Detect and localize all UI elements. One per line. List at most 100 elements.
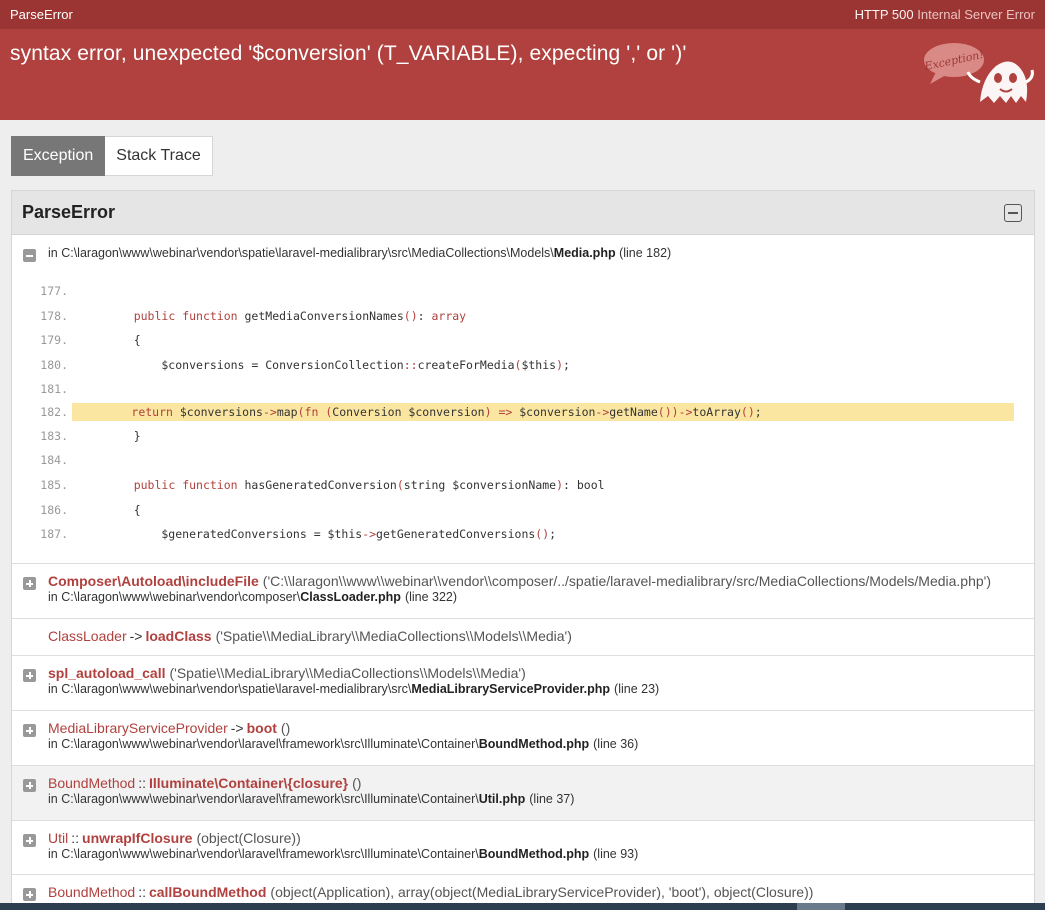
http-text: Internal Server Error: [917, 7, 1035, 22]
http-code: HTTP 500: [854, 7, 914, 22]
trace-frame[interactable]: Util:: unwrapIfClosure (object(Closure)) in…: [12, 821, 1034, 875]
expand-frame-icon[interactable]: [23, 577, 36, 590]
line-number: 185.: [40, 478, 68, 492]
frame-location: in C:\laragon\www\webinar\vendor\spatie\…: [48, 682, 1024, 696]
code-text: {: [106, 333, 141, 347]
frame-function: Illuminate\Container\{closure}: [148, 775, 349, 791]
error-class: ParseError: [10, 7, 73, 22]
expand-frame-icon[interactable]: [23, 834, 36, 847]
code-text: public function getMediaConversionNames(…: [133, 309, 467, 323]
code-text: {: [106, 503, 141, 517]
line-number: 183.: [40, 429, 68, 443]
error-message: syntax error, unexpected '$conversion' (…: [10, 42, 687, 65]
exception-panel: ParseError in C:\laragon\www\webinar\ven…: [11, 190, 1035, 910]
code-line: 183. }: [12, 427, 1014, 445]
code-line: 187. $generatedConversions = $this->getG…: [12, 525, 1014, 543]
trace-frame[interactable]: ClassLoader -> loadClass ('Spatie\\MediaLib…: [12, 619, 1034, 656]
code-snippet: 177. 178. public function getMediaConvers…: [12, 282, 1014, 546]
frame-class: ClassLoader: [48, 628, 127, 644]
frame-call: BoundMethod:: Illuminate\Container\{closu…: [48, 766, 1024, 791]
header-bar: ParseError HTTP 500 Internal Server Erro…: [0, 0, 1045, 29]
expand-frame-icon[interactable]: [23, 724, 36, 737]
code-line: 184.: [12, 451, 1014, 469]
frame-path: in C:\laragon\www\webinar\vendor\laravel…: [48, 847, 479, 861]
frame-args: ('Spatie\\MediaLibrary\\MediaCollections…: [215, 628, 572, 644]
frame-file: Util.php: [478, 792, 526, 806]
panel-header: ParseError: [12, 191, 1034, 235]
line-number: 187.: [40, 527, 68, 541]
tab-stack-trace[interactable]: Stack Trace: [105, 136, 213, 176]
frame-line: (line 37): [529, 792, 575, 806]
frame-args: (object(Closure)): [196, 830, 301, 846]
code-line: 178. public function getMediaConversionN…: [12, 307, 1014, 325]
scrollbar-thumb[interactable]: [797, 903, 845, 910]
frame-location: in C:\laragon\www\webinar\vendor\spatie\…: [48, 236, 1024, 260]
frame-separator: ->: [230, 720, 244, 736]
frame-args: ('Spatie\\MediaLibrary\\MediaCollections…: [169, 665, 526, 681]
frame-call: Composer\Autoload\includeFile ('C:\\larag…: [48, 564, 1024, 589]
frame-class: BoundMethod: [48, 884, 136, 900]
http-status: HTTP 500 Internal Server Error: [855, 7, 1035, 22]
trace-frame[interactable]: MediaLibraryServiceProvider -> boot() in C:…: [12, 711, 1034, 766]
code-text: }: [106, 429, 141, 443]
frame-location: in C:\laragon\www\webinar\vendor\laravel…: [48, 792, 1024, 806]
trace-frame-source: in C:\laragon\www\webinar\vendor\spatie\…: [12, 236, 1034, 564]
frame-location: in C:\laragon\www\webinar\vendor\laravel…: [48, 847, 1024, 861]
frame-line: (line 322): [404, 590, 458, 604]
code-line: 179. {: [12, 331, 1014, 349]
frame-function: boot: [246, 720, 277, 736]
frame-line: (line 36): [593, 737, 639, 751]
line-number: 181.: [40, 382, 68, 396]
frame-file: ClassLoader.php: [300, 590, 401, 604]
line-number: 179.: [40, 333, 68, 347]
code-line: 180. $conversions = ConversionCollection…: [12, 356, 1014, 374]
frame-file: MediaLibraryServiceProvider.php: [411, 682, 611, 696]
frame-call: spl_autoload_call ('Spatie\\MediaLibrary\…: [48, 656, 1024, 681]
frame-function: unwrapIfClosure: [82, 830, 193, 846]
trace-frame[interactable]: BoundMethod:: Illuminate\Container\{closu…: [12, 766, 1034, 821]
frame-class: Util: [48, 830, 69, 846]
frame-path: in C:\laragon\www\webinar\vendor\compose…: [48, 590, 301, 604]
frame-separator: ::: [138, 775, 146, 791]
expand-frame-icon[interactable]: [23, 779, 36, 792]
trace-frame[interactable]: spl_autoload_call ('Spatie\\MediaLibrary\…: [12, 656, 1034, 711]
frame-line: (line 93): [593, 847, 639, 861]
line-number: 178.: [40, 309, 68, 323]
frame-location: in C:\laragon\www\webinar\vendor\compose…: [48, 590, 1024, 604]
exception-ghost-icon: Exception!: [922, 43, 1034, 103]
frame-class: BoundMethod: [48, 775, 136, 791]
frame-function: loadClass: [145, 628, 212, 644]
frame-location: in C:\laragon\www\webinar\vendor\laravel…: [48, 737, 1024, 751]
code-line: 185. public function hasGeneratedConvers…: [12, 476, 1014, 494]
trace-frame[interactable]: Composer\Autoload\includeFile ('C:\\larag…: [12, 564, 1034, 619]
line-number: 177.: [40, 284, 68, 298]
code-text: $generatedConversions = $this->getGenera…: [106, 527, 557, 541]
frame-call: MediaLibraryServiceProvider -> boot(): [48, 711, 1024, 736]
code-line: 177.: [12, 282, 1014, 300]
frame-separator: ::: [71, 830, 80, 846]
line-number: 180.: [40, 358, 68, 372]
expand-frame-icon[interactable]: [23, 888, 36, 901]
frame-line: (line 23): [614, 682, 660, 696]
frame-path: in C:\laragon\www\webinar\vendor\spatie\…: [48, 682, 412, 696]
expand-frame-icon[interactable]: [23, 669, 36, 682]
frame-function: callBoundMethod: [148, 884, 267, 900]
frame-separator: ::: [138, 884, 146, 900]
horizontal-scrollbar[interactable]: [0, 903, 1045, 910]
line-number: 184.: [40, 453, 68, 467]
frame-args: ('C:\\laragon\\www\\webinar\\vendor\\com…: [262, 573, 991, 589]
frame-args: (object(Application), array(object(Media…: [270, 884, 814, 900]
code-text: $conversions = ConversionCollection::cre…: [106, 358, 570, 372]
collapse-icon[interactable]: [1004, 203, 1022, 222]
frame-call: BoundMethod:: callBoundMethod (object(Appl…: [48, 875, 1024, 900]
frame-args: (): [352, 775, 362, 791]
frame-args: (): [280, 720, 291, 736]
frame-file: Media.php: [553, 246, 616, 260]
collapse-frame-icon[interactable]: [23, 249, 36, 262]
frame-call: ClassLoader -> loadClass ('Spatie\\MediaLib…: [48, 619, 1024, 644]
code-line: 186. {: [12, 501, 1014, 519]
code-text: public function hasGeneratedConversion(s…: [133, 478, 605, 492]
frame-path: in C:\laragon\www\webinar\vendor\spatie\…: [48, 246, 554, 260]
frame-path: in C:\laragon\www\webinar\vendor\laravel…: [48, 792, 479, 806]
tab-exception[interactable]: Exception: [11, 136, 106, 176]
